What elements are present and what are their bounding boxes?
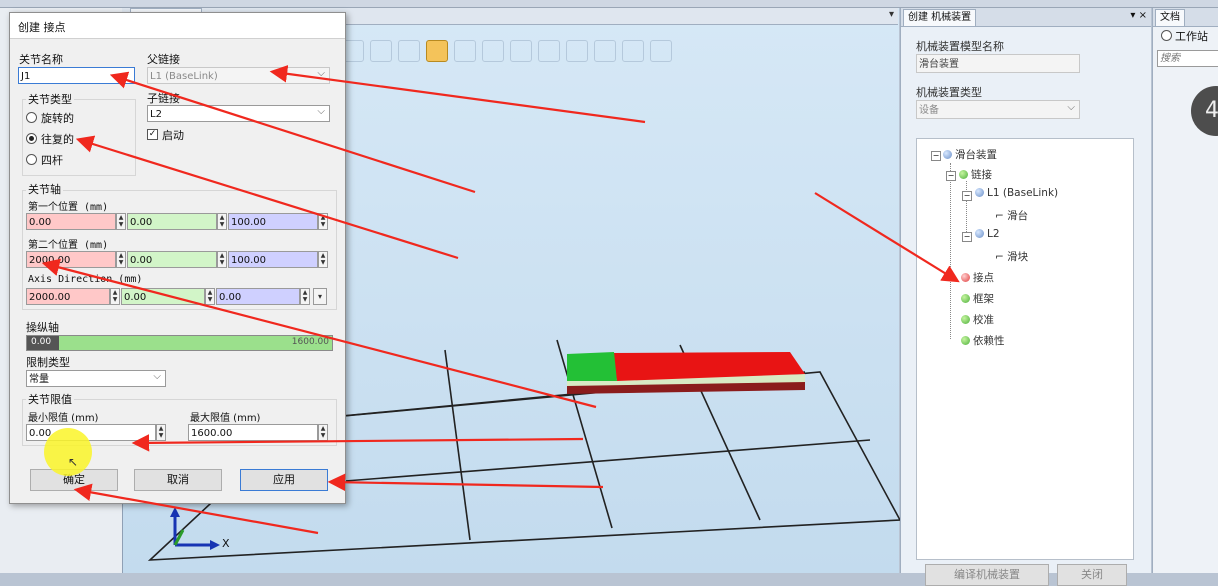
arrow-to-joint-name xyxy=(109,71,476,194)
arrow-to-apply xyxy=(327,473,604,492)
arrow-to-min-limit xyxy=(131,434,584,452)
arrow-to-second-position xyxy=(41,258,597,409)
arrow-to-joints-node xyxy=(814,192,960,283)
arrow-to-parent-link xyxy=(269,65,646,124)
arrow-to-prismatic xyxy=(75,135,459,260)
arrow-to-ok xyxy=(73,483,319,535)
annotation-arrows xyxy=(41,65,960,535)
